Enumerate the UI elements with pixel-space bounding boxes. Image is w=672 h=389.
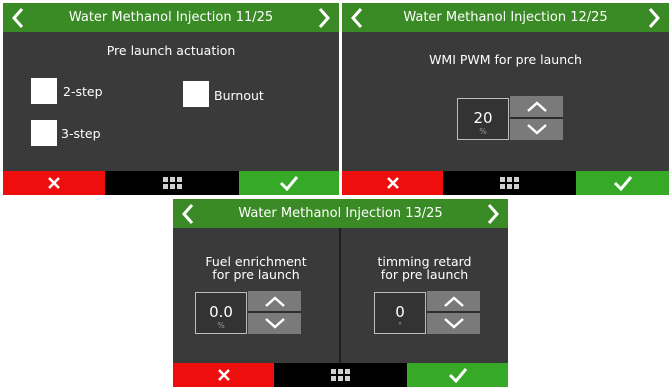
timing-retard-unit: ° [398,321,402,330]
cancel-button[interactable] [3,171,105,195]
chevron-down-icon [264,318,285,329]
screen-title: Water Methanol Injection 13/25 [238,206,443,221]
prev-button[interactable] [7,3,29,32]
grid-menu-icon [331,369,350,381]
close-icon [386,177,399,189]
checkbox-burnout[interactable] [183,81,209,107]
chevron-up-icon [264,295,285,307]
fuel-enrichment-unit: % [217,321,225,330]
screen-wmi-13: Water Methanol Injection 13/25 Fuel enri… [173,199,508,387]
chevron-left-icon [350,7,363,28]
next-button[interactable] [643,3,665,32]
pwm-value-display[interactable]: 20 % [457,98,509,140]
decrement-button[interactable] [248,313,301,334]
checkbox-3-step[interactable] [31,120,57,146]
header-bar: Water Methanol Injection 13/25 [173,199,508,228]
chevron-right-icon [318,7,331,28]
grid-menu-icon [162,177,182,189]
chevron-right-icon [648,7,661,28]
confirm-button[interactable] [407,363,508,387]
fuel-enrichment-heading-line2: for pre launch [212,267,300,282]
next-button[interactable] [482,199,504,228]
chevron-up-icon [526,101,547,112]
increment-button[interactable] [510,96,563,117]
cancel-button[interactable] [342,171,443,195]
footer-bar [342,171,669,195]
screen-title: Water Methanol Injection 12/25 [403,10,608,25]
chevron-up-icon [443,295,464,307]
menu-button[interactable] [105,171,239,195]
header-bar: Water Methanol Injection 11/25 [3,3,339,32]
grid-menu-icon [500,177,519,189]
timing-retard-value-display[interactable]: 0 ° [374,292,426,334]
prev-button[interactable] [177,199,199,228]
timing-retard-stepper [427,291,480,334]
close-icon [48,177,60,189]
fuel-enrichment-value: 0.0 [209,303,233,321]
section-heading: WMI PWM for pre launch [429,52,582,67]
header-bar: Water Methanol Injection 12/25 [342,3,669,32]
prev-button[interactable] [346,3,368,32]
confirm-button[interactable] [239,171,339,195]
check-icon [613,176,632,191]
footer-bar [3,171,339,195]
column-divider [339,228,341,363]
checkbox-3-step-label: 3-step [61,126,101,141]
fuel-enrichment-stepper [248,291,301,334]
checkbox-2-step[interactable] [31,78,57,104]
chevron-down-icon [443,318,464,329]
chevron-right-icon [487,203,500,224]
check-icon [448,368,467,383]
increment-button[interactable] [248,291,301,311]
timing-retard-heading-line2: for pre launch [380,267,469,282]
fuel-enrichment-heading: Fuel enrichment for pre launch [173,255,339,281]
screen-wmi-11: Water Methanol Injection 11/25 Pre launc… [3,3,339,195]
pwm-unit: % [479,127,487,136]
next-button[interactable] [313,3,335,32]
chevron-left-icon [181,203,194,224]
menu-button[interactable] [443,171,576,195]
screen-wmi-12: Water Methanol Injection 12/25 WMI PWM f… [342,3,669,195]
pwm-stepper [510,96,563,140]
decrement-button[interactable] [427,313,480,334]
decrement-button[interactable] [510,119,563,140]
chevron-left-icon [11,7,24,28]
screen-title: Water Methanol Injection 11/25 [68,10,274,25]
footer-bar [173,363,508,387]
check-icon [279,176,299,191]
close-icon [217,369,230,381]
timing-retard-value: 0 [395,303,405,321]
chevron-down-icon [526,124,547,135]
checkbox-2-step-label: 2-step [63,84,103,99]
cancel-button[interactable] [173,363,274,387]
pwm-value: 20 [473,109,493,127]
section-heading: Pre launch actuation [106,43,236,58]
fuel-enrichment-value-display[interactable]: 0.0 % [195,292,247,334]
confirm-button[interactable] [576,171,669,195]
increment-button[interactable] [427,291,480,311]
checkbox-burnout-label: Burnout [214,88,264,103]
menu-button[interactable] [274,363,407,387]
timing-retard-heading: timming retard for pre launch [341,255,508,281]
